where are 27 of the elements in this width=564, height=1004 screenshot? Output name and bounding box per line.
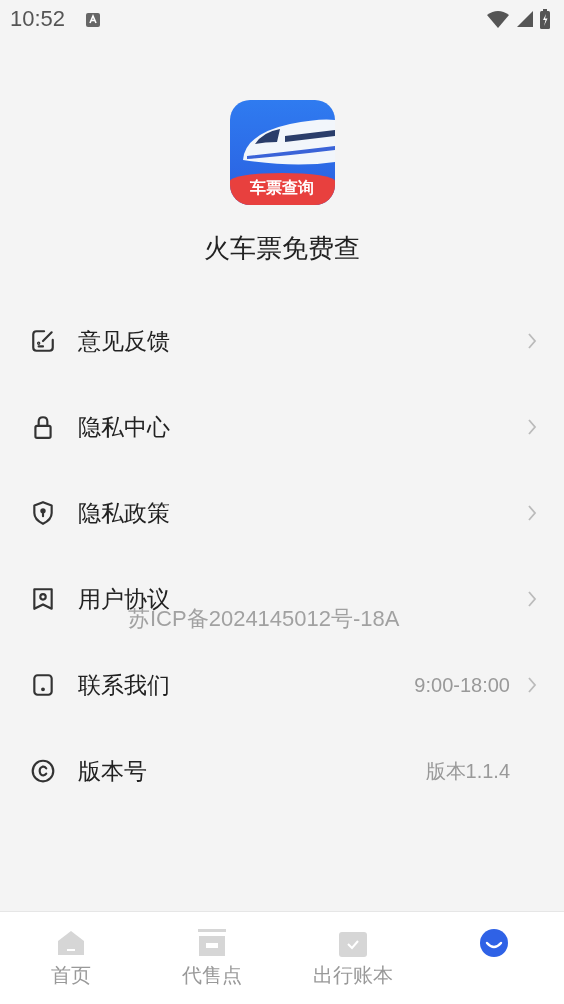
- shield-icon: [30, 500, 56, 526]
- status-time: 10:52: [10, 6, 66, 32]
- menu-item[interactable]: 联系我们 9:00-18:00: [0, 642, 564, 728]
- menu-value: 9:00-18:00: [414, 673, 510, 697]
- copyright-icon: [30, 758, 56, 784]
- menu-label: 隐私中心: [78, 412, 170, 442]
- menu-value: 版本1.1.4: [425, 758, 510, 784]
- menu-item[interactable]: 隐私政策: [0, 470, 564, 556]
- menu-item[interactable]: 版本号 版本1.1.4: [0, 728, 564, 814]
- battery-icon: [540, 9, 550, 29]
- edit-icon: [30, 328, 56, 354]
- shop-icon: [196, 928, 227, 958]
- menu-label: 联系我们: [78, 670, 170, 700]
- menu-label: 版本号: [78, 756, 147, 786]
- menu-label: 意见反馈: [78, 326, 170, 356]
- menu-label: 隐私政策: [78, 498, 170, 528]
- menu-item[interactable]: 隐私中心: [0, 384, 564, 470]
- bookmark-icon: [30, 586, 56, 612]
- smile-icon: [478, 928, 509, 958]
- keyboard-icon: [85, 12, 102, 28]
- house-icon: [55, 928, 86, 958]
- menu-item[interactable]: 意见反馈: [0, 298, 564, 384]
- signal-icon: [516, 10, 534, 28]
- phone-icon: [30, 672, 56, 698]
- wifi-icon: [486, 10, 510, 28]
- logo-caption: 车票查询: [229, 173, 335, 205]
- app-name: 火车票免费查: [204, 232, 360, 265]
